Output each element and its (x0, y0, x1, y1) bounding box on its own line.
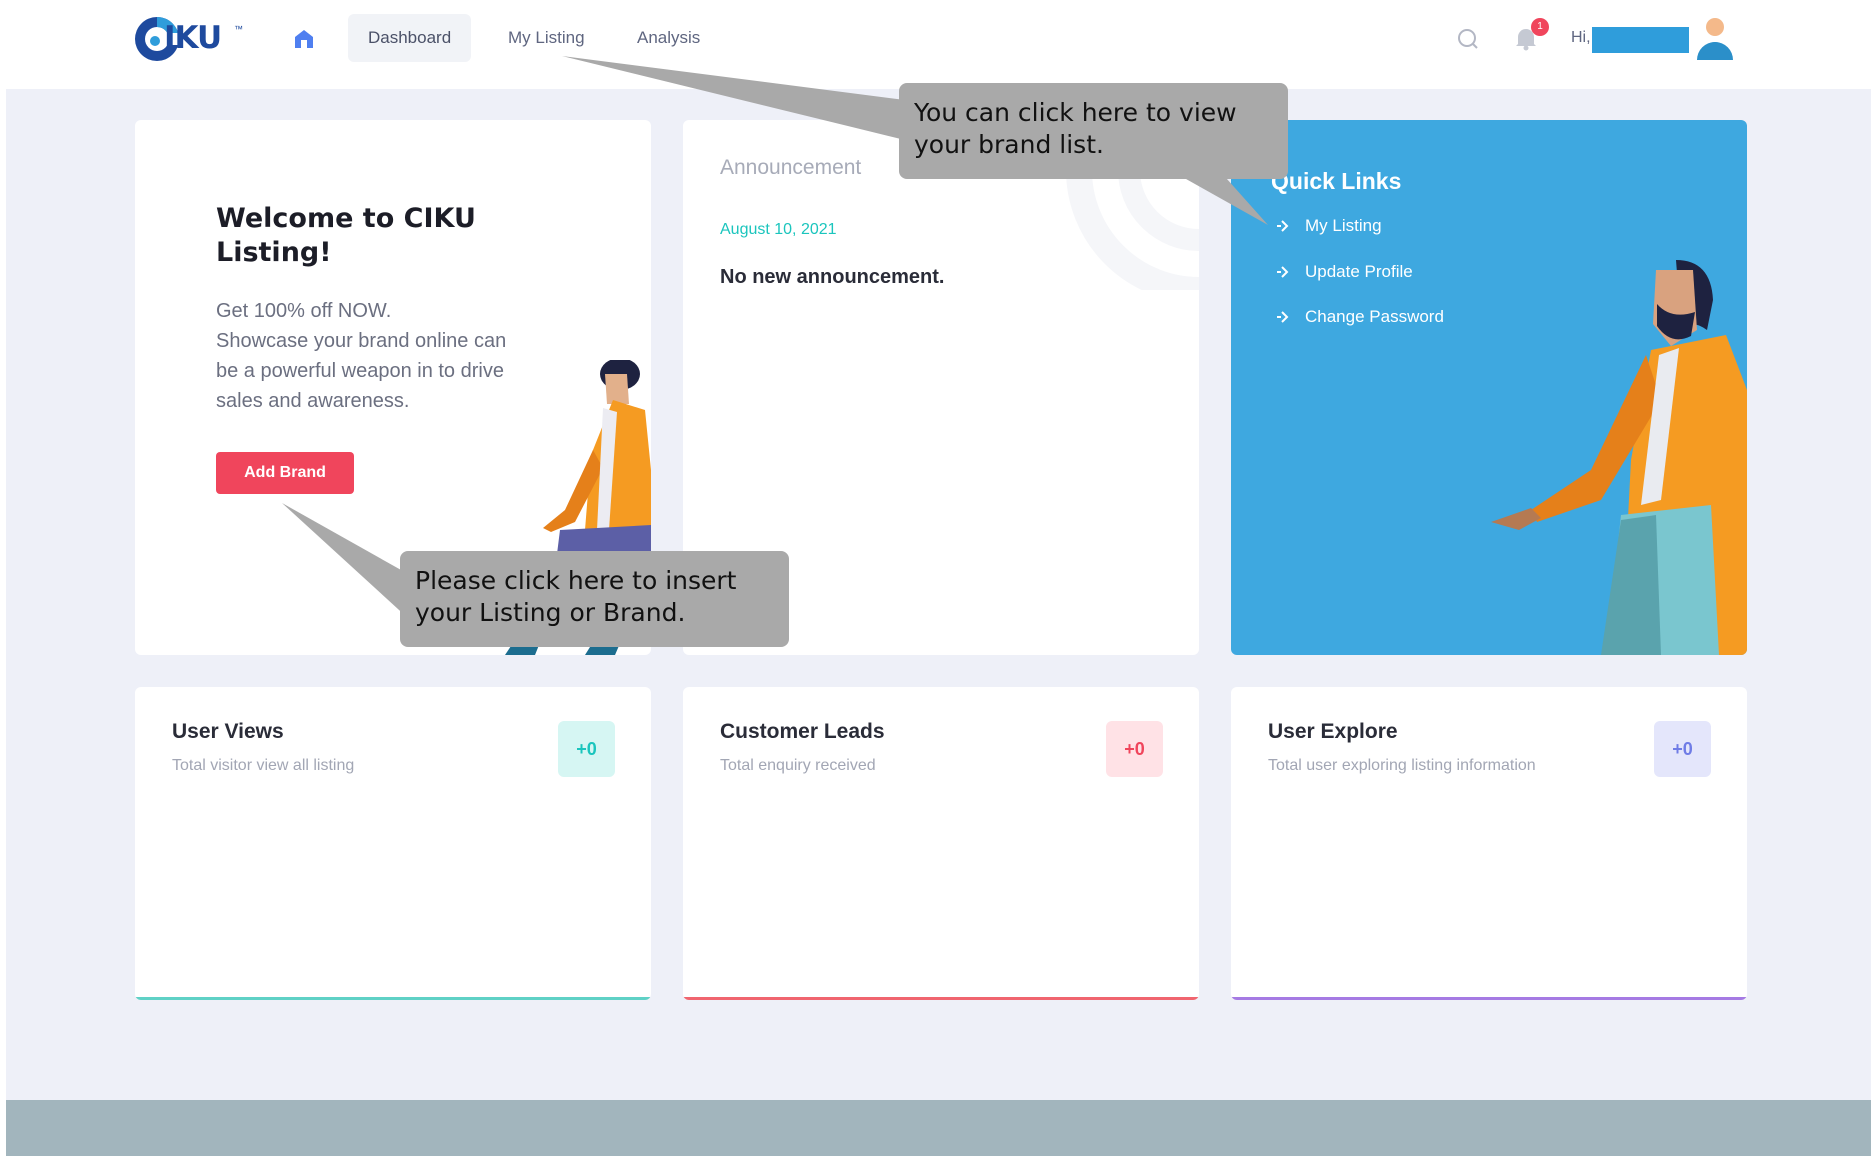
home-icon[interactable] (292, 27, 316, 51)
stat-accent-line (135, 997, 651, 1000)
stat-subtitle: Total enquiry received (720, 757, 876, 774)
stat-value-badge: +0 (1654, 721, 1711, 777)
tooltip-line: your Listing or Brand. (415, 598, 686, 627)
stat-card-customer-leads: Customer Leads Total enquiry received +0 (683, 687, 1199, 1000)
chevron-right-icon (1277, 311, 1289, 323)
username-redacted[interactable] (1592, 27, 1689, 53)
quick-links-card: Quick Links My Listing Update Profile Ch… (1231, 120, 1747, 655)
tooltip-line: You can click here to view (914, 98, 1237, 127)
footer-bar (6, 1100, 1871, 1156)
welcome-line: Showcase your brand online can (216, 330, 507, 352)
chevron-right-icon (1277, 220, 1289, 232)
welcome-line: Get 100% off NOW. (216, 300, 392, 322)
stat-card-user-views: User Views Total visitor view all listin… (135, 687, 651, 1000)
quick-link-label: My Listing (1305, 216, 1382, 235)
avatar[interactable] (1695, 14, 1735, 62)
user-greeting: Hi, (1571, 29, 1591, 46)
stat-subtitle: Total visitor view all listing (172, 757, 355, 774)
announcement-label: Announcement (720, 156, 862, 179)
logo-trademark: ™ (234, 24, 243, 34)
welcome-title: Welcome to CIKU Listing! (216, 203, 476, 268)
quick-link-label: Change Password (1305, 307, 1444, 326)
stat-value-badge: +0 (558, 721, 615, 777)
top-navbar: IKU ™ Dashboard My Listing Analysis 1 Hi… (0, 0, 1871, 89)
announcement-card: Announcement August 10, 2021 No new anno… (683, 120, 1199, 655)
stat-title: User Explore (1268, 720, 1398, 743)
quick-link-update-profile[interactable]: Update Profile (1275, 258, 1413, 286)
search-icon[interactable] (1455, 26, 1481, 52)
tooltip-add-brand: Please click here to insert your Listing… (415, 565, 736, 629)
stat-value-badge: +0 (1106, 721, 1163, 777)
quick-link-change-password[interactable]: Change Password (1275, 303, 1444, 331)
tooltip-line: your brand list. (914, 130, 1104, 159)
stat-title: Customer Leads (720, 720, 885, 743)
announcement-message: No new announcement. (720, 266, 945, 288)
quick-link-label: Update Profile (1305, 262, 1413, 281)
stat-accent-line (1231, 997, 1747, 1000)
chevron-right-icon (1277, 266, 1289, 278)
tooltip-brand-list: You can click here to view your brand li… (914, 97, 1237, 161)
nav-my-listing[interactable]: My Listing (488, 14, 605, 62)
tooltip-line: Please click here to insert (415, 566, 737, 595)
quick-links-title: Quick Links (1271, 168, 1402, 194)
logo-text: IKU (164, 20, 222, 56)
stat-title: User Views (172, 720, 284, 743)
notification-badge: 1 (1531, 18, 1549, 36)
announcement-date: August 10, 2021 (720, 221, 837, 238)
stat-subtitle: Total user exploring listing information (1268, 757, 1536, 774)
stat-card-user-explore: User Explore Total user exploring listin… (1231, 687, 1747, 1000)
add-brand-button[interactable]: Add Brand (216, 452, 354, 494)
man-illustration (1491, 260, 1747, 655)
quick-link-my-listing[interactable]: My Listing (1275, 212, 1382, 240)
nav-dashboard[interactable]: Dashboard (348, 14, 472, 62)
stat-accent-line (683, 997, 1199, 1000)
nav-analysis[interactable]: Analysis (617, 14, 720, 62)
